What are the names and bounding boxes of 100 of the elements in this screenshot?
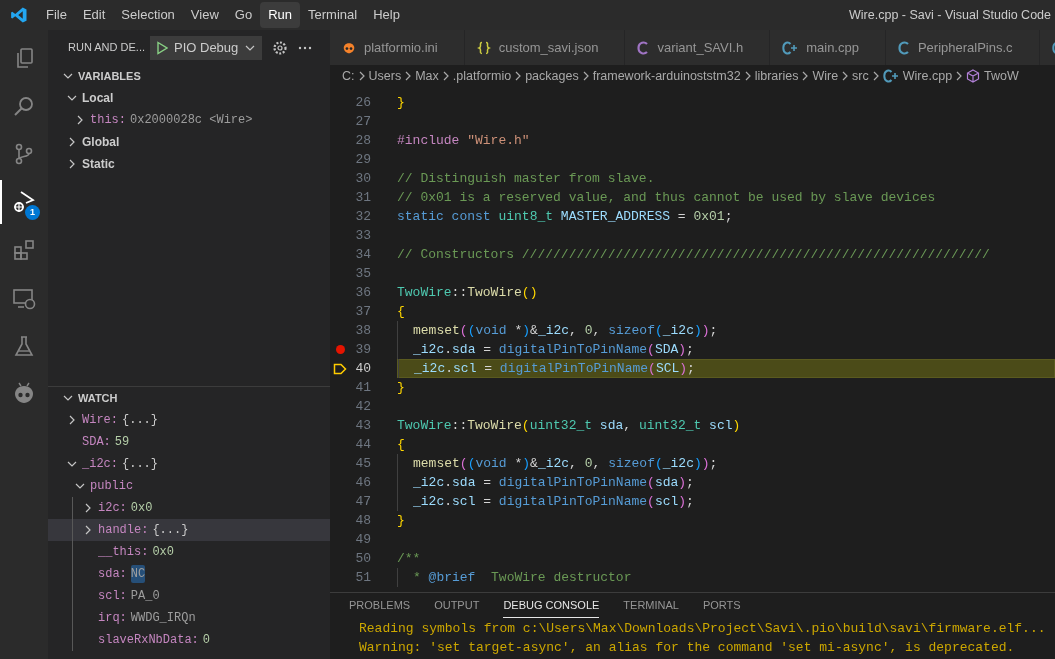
console-line: Reading symbols from c:\Users\Max\Downloads\Project\Savi\.pio\build\savi\firmware.elf... (359, 620, 1047, 638)
alien-head-icon[interactable] (12, 382, 36, 406)
breadcrumb-item[interactable]: Wire (812, 66, 839, 86)
variable-value: 0 (202, 632, 211, 649)
code-line: // Constructors //////////////////////////////////////////////////////////// (397, 245, 990, 264)
breadcrumb-item[interactable]: src (852, 66, 869, 86)
line-number: 45 (354, 454, 371, 473)
line-number: 40 (354, 359, 371, 378)
editor-tab[interactable]: PeripheralPins.c (885, 30, 1040, 65)
variable-name[interactable]: _i2c: (82, 455, 118, 473)
variable-value: WWDG_IRQn (130, 610, 196, 627)
line-number: 36 (354, 283, 371, 302)
breadcrumb-item[interactable]: TwoW (984, 66, 1019, 86)
console-line: Warning: 'set target-async', an alias for the command 'set mi-async', is deprecated. (359, 639, 1016, 657)
line-number: 35 (354, 264, 371, 283)
curly-braces-icon (476, 40, 491, 55)
variable-name[interactable]: SDA: (82, 433, 111, 451)
breadcrumb-item[interactable]: .platformio (452, 66, 512, 86)
panel-tab[interactable]: DEBUG CONSOLE (503, 596, 600, 618)
section-title[interactable]: VARIABLES (78, 67, 141, 85)
c-letter-icon (897, 40, 910, 55)
section-title[interactable]: WATCH (78, 389, 118, 407)
menu-item[interactable]: Run (260, 2, 300, 28)
remote-monitor-icon[interactable] (12, 286, 36, 310)
line-number: 33 (354, 226, 371, 245)
variable-name[interactable]: scl: (98, 587, 127, 605)
c-plus-icon (882, 69, 899, 83)
editor-tab[interactable]: custom_savi.json (464, 30, 626, 65)
line-number: 50 (354, 549, 371, 568)
sidebar-title: RUN AND DE... (68, 40, 146, 56)
menu-item[interactable]: File (38, 2, 75, 28)
scope-label[interactable]: Global (82, 133, 120, 151)
code-line: _i2c.scl = digitalPinToPinName(scl); (413, 492, 694, 511)
variable-name[interactable]: __this: (98, 543, 149, 561)
code-line: // Distinguish master from slave. (397, 169, 655, 188)
panel-tab[interactable]: PORTS (702, 596, 741, 618)
editor-tab[interactable]: platformio.ini (330, 30, 465, 65)
line-number: 49 (354, 530, 371, 549)
variable-value: NC (130, 565, 146, 583)
line-number: 38 (354, 321, 371, 340)
breadcrumb-item[interactable]: Max (415, 66, 439, 86)
breadcrumb-item[interactable]: packages (525, 66, 579, 86)
code-line: static const uint8_t MASTER_ADDRESS = 0x01; (397, 207, 733, 226)
current-line-arrow-icon (333, 362, 347, 375)
variable-name[interactable]: irq: (98, 609, 127, 627)
editor-tab[interactable]: main.cpp (770, 30, 886, 65)
variable-name[interactable]: slaveRxNbData: (98, 631, 199, 649)
variable-value: 0x0 (130, 500, 153, 517)
scope-label[interactable]: Static (82, 155, 115, 173)
variable-name[interactable]: i2c: (98, 499, 127, 517)
breadcrumb-item[interactable]: Users (368, 66, 402, 86)
breadcrumb-item[interactable]: C: (342, 66, 355, 86)
settings-icon[interactable] (272, 39, 288, 56)
variable-value: PA_0 (130, 588, 160, 605)
line-number: 43 (354, 416, 371, 435)
c-plus-icon (782, 40, 799, 55)
menu-item[interactable]: Selection (113, 2, 183, 28)
menu-item[interactable]: Go (226, 2, 261, 28)
code-line: } (397, 93, 405, 112)
line-number: 42 (354, 397, 371, 416)
line-number: 48 (354, 511, 371, 530)
c-letter-icon (637, 40, 650, 55)
panel-tab[interactable]: PROBLEMS (349, 596, 411, 618)
scope-label[interactable]: Local (82, 89, 114, 107)
run-debug-icon[interactable] (12, 190, 36, 214)
code-line: // 0x01 is a reserved value, and thus cannot be used by slave devices (397, 188, 936, 207)
flask-icon[interactable] (12, 334, 36, 358)
breadcrumb-item[interactable]: libraries (754, 66, 799, 86)
line-number: 46 (354, 473, 371, 492)
code-line: } (397, 378, 405, 397)
debug-configuration-dropdown[interactable]: PIO Debug (150, 35, 262, 60)
panel-tab[interactable]: OUTPUT (434, 596, 480, 618)
tree-row-highlight[interactable]: handle: {...} (48, 519, 330, 541)
variable-name[interactable]: public (90, 477, 134, 495)
line-number: 41 (354, 378, 371, 397)
line-number: 51 (354, 568, 371, 587)
variable-name[interactable]: handle: (98, 521, 149, 539)
menu-item[interactable]: Edit (74, 2, 114, 28)
menu-item[interactable]: View (182, 2, 227, 28)
variable-name[interactable]: Wire: (82, 411, 118, 429)
variable-value: {...} (122, 412, 159, 429)
menu-item[interactable]: Help (365, 2, 408, 28)
code-line: TwoWire::TwoWire() (397, 283, 538, 302)
notification-badge: 1 (25, 205, 40, 220)
more-actions-icon[interactable] (298, 45, 312, 50)
variable-name[interactable]: sda: (98, 565, 127, 583)
search-icon[interactable] (12, 94, 36, 118)
line-number: 39 (354, 340, 371, 359)
breadcrumb-item[interactable]: framework-arduinoststm32 (592, 66, 741, 86)
line-number: 29 (354, 150, 371, 169)
line-number: 44 (354, 435, 371, 454)
editor-tab[interactable]: variant_SAVI.h (625, 30, 771, 65)
line-number: 26 (354, 93, 371, 112)
variable-name[interactable]: this: (90, 111, 126, 129)
extensions-icon[interactable] (12, 238, 36, 262)
panel-tab[interactable]: TERMINAL (623, 596, 679, 618)
variable-value: 0x2000028c <Wire> (130, 112, 253, 129)
window-title: Wire.cpp - Savi - Visual Studio Code (849, 6, 1051, 24)
breadcrumb-item[interactable]: Wire.cpp (902, 66, 953, 86)
menu-item[interactable]: Terminal (300, 2, 366, 28)
